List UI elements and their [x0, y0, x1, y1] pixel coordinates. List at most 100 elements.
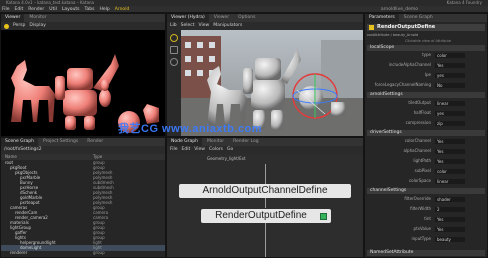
section-driver[interactable]: driverSettings: [367, 130, 485, 136]
node-tabs: Node Graph Monitor Render Log: [167, 138, 363, 146]
param-value-field[interactable]: Yes: [435, 226, 465, 232]
param-label: alphaChannel: [403, 148, 431, 153]
node-name-field[interactable]: RenderOutputDefine: [377, 24, 435, 31]
param-row: inputType beauty: [365, 236, 487, 242]
param-value-field[interactable]: linear: [435, 100, 465, 106]
node-colors-menu[interactable]: Colors: [209, 146, 223, 154]
menu-item-tabs[interactable]: Tabs: [85, 6, 95, 13]
parameters-panel: Parameters Scene Graph RenderOutputDefin…: [364, 13, 488, 258]
node-arnold-output-channel-define[interactable]: ArnoldOutputChannelDefine: [179, 184, 351, 198]
menubar: File Edit Render Util Layouts Tabs Help Arnold …: [0, 6, 488, 13]
tab-node-graph[interactable]: Node Graph: [167, 138, 202, 146]
menu-item-edit[interactable]: Edit: [15, 6, 24, 13]
node-file-menu[interactable]: File: [170, 146, 178, 154]
node-graph-canvas[interactable]: Geometry_light/Ext ArnoldOutputChannelDe…: [167, 154, 363, 257]
param-value-field[interactable]: 2: [435, 206, 465, 212]
param-value-field[interactable]: yes: [435, 110, 465, 116]
param-value-field[interactable]: zip: [435, 120, 465, 126]
node-graph-panel: Node Graph Monitor Render Log File Edit …: [166, 137, 364, 258]
param-label: colorSpace: [408, 178, 431, 183]
param-row: tint Yes: [365, 216, 487, 222]
scene-row[interactable]: renderer group: [1, 250, 165, 256]
node-view-menu[interactable]: View: [194, 146, 205, 154]
tab-render[interactable]: Render: [83, 138, 107, 146]
rotate-tool-icon[interactable]: [170, 34, 178, 42]
menu-item-util[interactable]: Util: [49, 6, 57, 13]
workspace-label[interactable]: arnoldlive_demo: [381, 6, 418, 13]
view-flag-icon[interactable]: [320, 212, 327, 220]
param-label: tint: [424, 216, 431, 221]
persp-button[interactable]: Persp: [13, 22, 25, 30]
scene-path-field[interactable]: /root/fxSettings2: [4, 146, 42, 154]
param-label: lpe: [424, 72, 431, 77]
watermark-text: 我艺CG www.aniaxtb.com: [118, 123, 263, 135]
display-button[interactable]: Display: [29, 22, 46, 30]
param-value-field[interactable]: Yes: [435, 216, 465, 222]
param-row: lpe yes: [365, 72, 487, 78]
param-value-field[interactable]: shader: [435, 196, 465, 202]
param-label: lightPath: [413, 158, 431, 163]
view-menu[interactable]: View: [199, 22, 210, 30]
param-row: colorChannel Yes: [365, 138, 487, 144]
param-label: forceLegacyChannelNaming: [374, 82, 431, 87]
wire-bottom: [265, 223, 266, 257]
renderer-label[interactable]: Arnold: [115, 6, 130, 13]
tab-monitor-2[interactable]: Monitor: [203, 138, 228, 146]
scene-toolbar: /root/fxSettings2: [1, 146, 165, 154]
param-value-field[interactable]: No: [435, 82, 465, 88]
param-row: colorSpace linear: [365, 178, 487, 184]
param-value-field[interactable]: yes: [435, 72, 465, 78]
menu-item-file[interactable]: File: [2, 6, 10, 13]
lib-menu[interactable]: Lib: [170, 22, 177, 30]
section-channel[interactable]: localScope: [367, 45, 485, 51]
param-row: lightPath Yes: [365, 158, 487, 164]
tab-scene-graph[interactable]: Scene Graph: [1, 138, 38, 146]
param-value-field[interactable]: linear: [435, 178, 465, 184]
param-row: filterOverride shader: [365, 196, 487, 202]
param-value-field[interactable]: Yes: [435, 62, 465, 68]
tab-viewer-hydra[interactable]: Viewer (Hydra): [167, 14, 209, 22]
tab-options[interactable]: Options: [234, 14, 259, 22]
menu-item-help[interactable]: Help: [99, 6, 109, 13]
param-row: alphaChannel Yes: [365, 148, 487, 154]
viewer-left-panel: Viewer Monitor Persp Display: [0, 13, 166, 137]
param-label: inputType: [411, 236, 431, 241]
menu-item-render[interactable]: Render: [28, 6, 44, 13]
scale-tool-icon[interactable]: [170, 58, 178, 66]
section-arnold[interactable]: arnoldSettings: [367, 92, 485, 98]
select-menu[interactable]: Select: [181, 22, 195, 30]
section-footer[interactable]: NamedSetAttribute: [367, 250, 485, 256]
tab-viewer-2[interactable]: Viewer: [210, 14, 233, 22]
node-breadcrumb[interactable]: Geometry_light/Ext: [207, 156, 246, 161]
node-render-output-define[interactable]: RenderOutputDefine: [201, 209, 331, 223]
menu-item-layouts[interactable]: Layouts: [62, 6, 80, 13]
wire-top: [265, 164, 266, 184]
node-toolbar: File Edit View Colors Go: [167, 146, 363, 154]
param-value-field[interactable]: color: [435, 168, 465, 174]
wire-mid: [265, 198, 266, 208]
tab-parameters[interactable]: Parameters: [365, 14, 399, 22]
tab-render-log[interactable]: Render Log: [229, 138, 263, 146]
move-tool-icon[interactable]: [170, 46, 178, 54]
tab-project-settings[interactable]: Project Settings: [39, 138, 82, 146]
node-go-menu[interactable]: Go: [227, 146, 233, 154]
param-value-field[interactable]: Yes: [435, 148, 465, 154]
param-value-field[interactable]: Yes: [435, 138, 465, 144]
camera-dot-icon[interactable]: [4, 23, 9, 29]
hint-label: Clickable view of Attribute: [405, 39, 451, 43]
param-label: filterOverride: [404, 196, 431, 201]
param-value-field[interactable]: beauty: [435, 236, 465, 242]
section-channelsAndGroups[interactable]: channelSettings: [367, 188, 485, 194]
tab-scene-graph-params[interactable]: Scene Graph: [400, 14, 437, 22]
param-row: tiledOutput linear: [365, 100, 487, 106]
param-label: halfFloat: [413, 110, 431, 115]
param-value-field[interactable]: color: [435, 52, 465, 58]
manipulators-menu[interactable]: Manipulators: [213, 22, 242, 30]
tab-monitor[interactable]: Monitor: [25, 14, 50, 22]
node-edit-menu[interactable]: Edit: [182, 146, 191, 154]
tab-viewer[interactable]: Viewer: [1, 14, 25, 22]
scene-tabs: Scene Graph Project Settings Render: [1, 138, 165, 146]
param-value-field[interactable]: Yes: [435, 158, 465, 164]
node-name-header: RenderOutputDefine: [367, 24, 485, 31]
viewer-main-toolbar: Lib Select View Manipulators: [167, 22, 363, 30]
